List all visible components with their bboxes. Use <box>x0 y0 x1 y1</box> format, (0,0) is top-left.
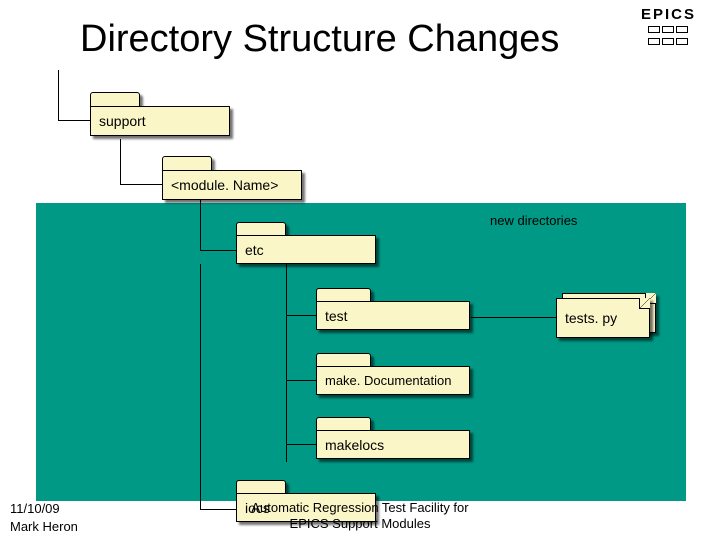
file-tests-py: tests. py <box>556 298 650 338</box>
tree-line <box>471 317 557 318</box>
tree-line <box>120 184 162 185</box>
folder-etc: etc <box>236 222 376 264</box>
folder-label: test <box>325 308 348 324</box>
folder-label: support <box>99 113 146 129</box>
tree-line <box>58 70 59 120</box>
tree-line <box>58 120 92 121</box>
footer-subtitle: Automatic Regression Test Facility for E… <box>200 500 520 533</box>
new-directories-label: new directories <box>490 213 577 228</box>
page-title: Directory Structure Changes <box>80 18 559 61</box>
folder-label: <module. Name> <box>171 177 278 193</box>
tree-line <box>286 315 316 316</box>
file-label: tests. py <box>565 310 617 326</box>
tree-line <box>200 250 236 251</box>
folder-label: makelocs <box>325 437 384 453</box>
folder-makeiocs: makelocs <box>316 417 470 459</box>
footer-subtitle-line1: Automatic Regression Test Facility for <box>251 500 468 515</box>
tree-line <box>200 200 201 250</box>
footer-subtitle-line2: EPICS Support Modules <box>290 516 431 531</box>
footer-author: Mark Heron <box>10 519 78 534</box>
folder-support: support <box>90 92 230 136</box>
epics-logo <box>648 26 690 52</box>
folder-makedocumentation: make. Documentation <box>316 353 470 395</box>
folder-modulename: <module. Name> <box>162 156 302 200</box>
tree-line <box>200 264 201 509</box>
folder-test: test <box>316 288 470 330</box>
folder-label: etc <box>245 242 264 258</box>
tree-line <box>120 139 121 184</box>
folder-label: make. Documentation <box>325 373 451 388</box>
tree-line <box>286 380 316 381</box>
epics-brand-label: EPICS <box>641 6 696 23</box>
footer-date: 11/10/09 <box>10 501 60 516</box>
tree-line <box>286 264 287 462</box>
tree-line <box>286 444 316 445</box>
